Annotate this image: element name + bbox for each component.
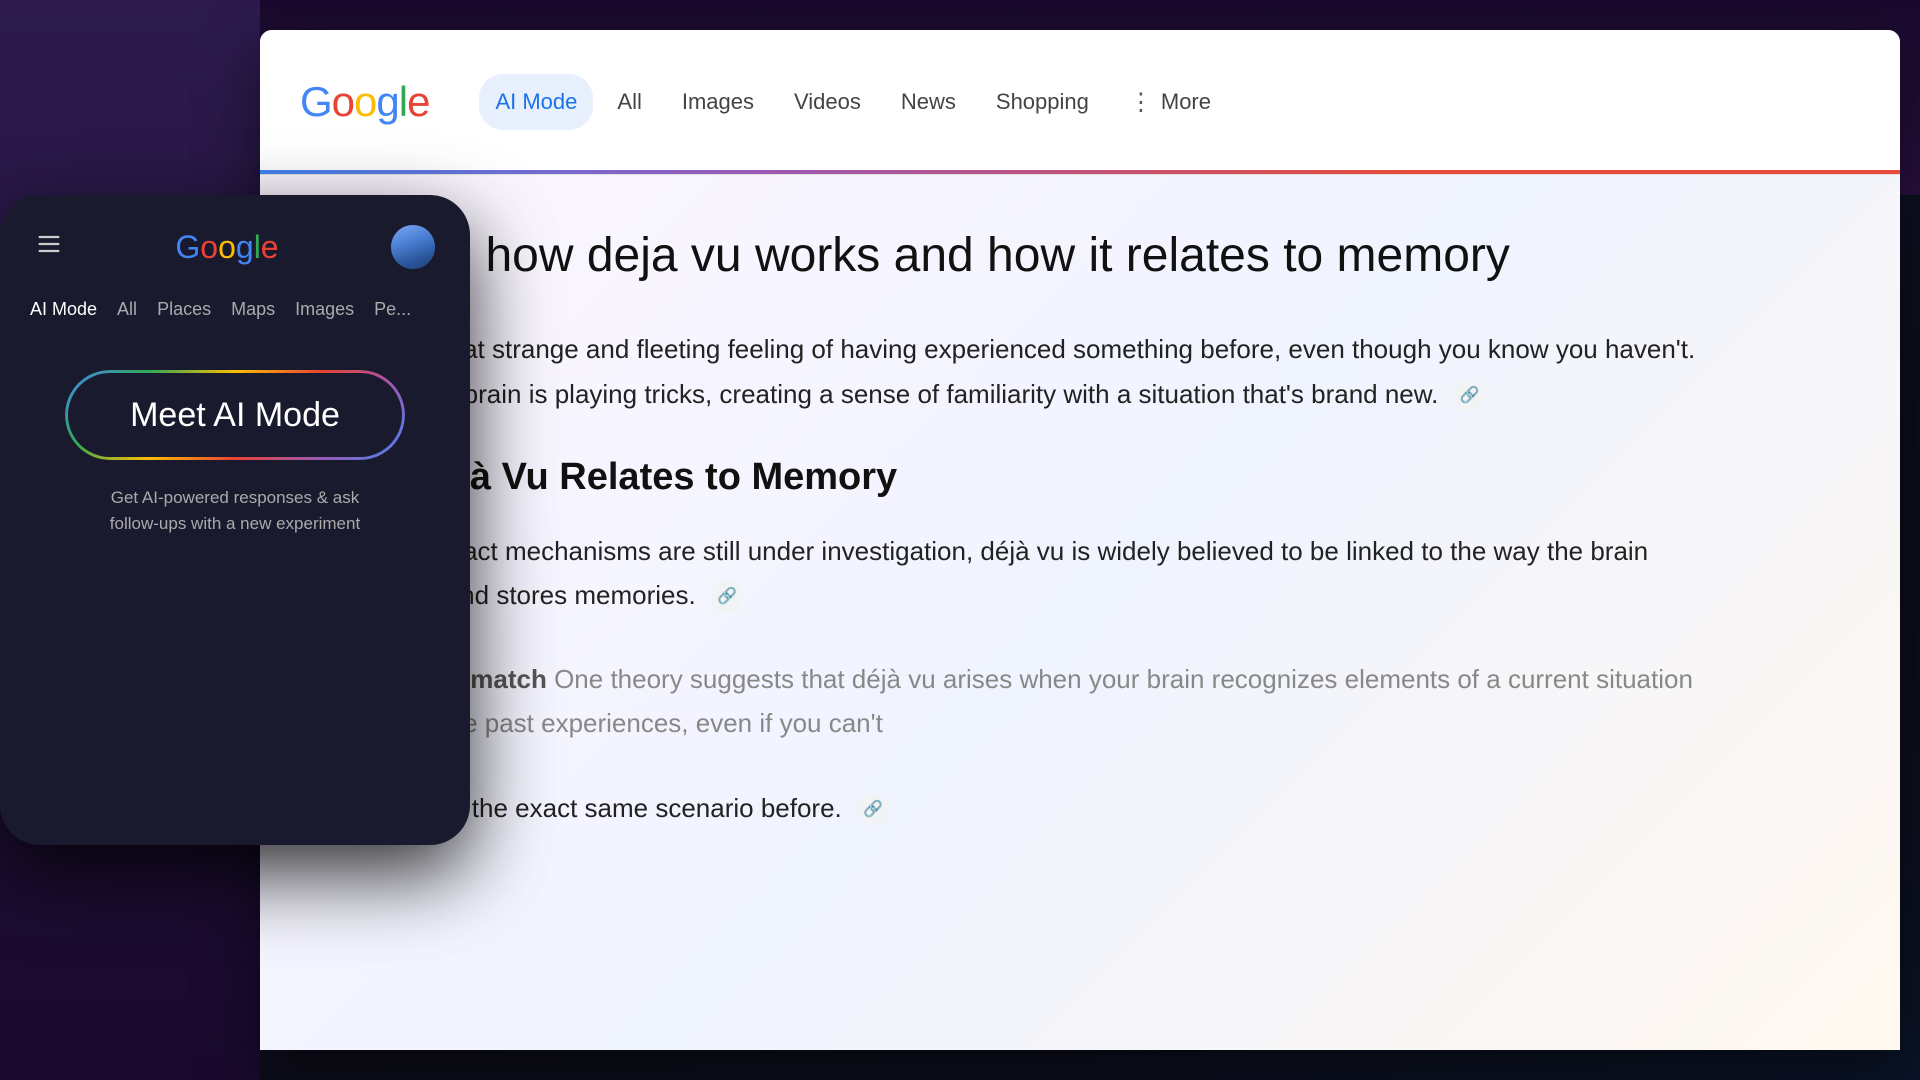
mobile-nav-tabs: AI Mode All Places Maps Images Pe... [20,299,450,320]
gradient-line [260,170,1900,174]
meet-ai-button-label: Meet AI Mode [130,396,340,435]
paragraph-4: encountered the exact same scenario befo… [320,786,1720,830]
avatar[interactable] [391,225,435,269]
meet-ai-section: Meet AI Mode Get AI-powered responses & … [20,370,450,536]
tab-news[interactable]: News [885,74,972,130]
hamburger-icon[interactable] [35,230,63,265]
mobile-tab-images[interactable]: Images [295,299,354,320]
link-icon-3[interactable]: 🔗 [857,794,889,826]
tab-more[interactable]: ⋮ More [1113,74,1227,130]
nav-tabs: AI Mode All Images Videos News Shopping … [479,30,1227,174]
link-icon-1[interactable]: 🔗 [1454,380,1486,412]
dots-icon: ⋮ [1129,88,1153,117]
paragraph-2: While the exact mechanisms are still und… [320,529,1720,617]
mobile-google-logo: Google [175,229,278,266]
browser-content: explain how deja vu works and how it rel… [260,175,1900,1050]
mobile-header: Google [20,215,450,279]
tab-videos[interactable]: Videos [778,74,877,130]
meet-ai-button[interactable]: Meet AI Mode [65,370,405,460]
section-heading: How Déjà Vu Relates to Memory [320,456,1840,499]
mobile-tab-places[interactable]: Places [157,299,211,320]
browser-window: Google AI Mode All Images Videos News Sh… [260,30,1900,1050]
mobile-tab-maps[interactable]: Maps [231,299,275,320]
mobile-tab-all[interactable]: All [117,299,137,320]
query-title: explain how deja vu works and how it rel… [320,225,1840,287]
tab-all[interactable]: All [601,74,657,130]
paragraph-3-faded: Memory Mismatch One theory suggests that… [320,657,1720,745]
browser-header: Google AI Mode All Images Videos News Sh… [260,30,1900,175]
tab-ai-mode[interactable]: AI Mode [479,74,593,130]
tab-shopping[interactable]: Shopping [980,74,1105,130]
tab-images[interactable]: Images [666,74,770,130]
google-logo: Google [300,78,429,126]
meet-ai-description: Get AI-powered responses & ask follow-up… [85,485,385,536]
link-icon-2[interactable]: 🔗 [711,581,743,613]
paragraph-1: Déjà vu is that strange and fleeting fee… [320,327,1720,415]
mobile-tab-pe[interactable]: Pe... [374,299,411,320]
mobile-overlay: Google AI Mode All Places Maps Images Pe… [0,195,470,845]
mobile-tab-ai-mode[interactable]: AI Mode [30,299,97,320]
avatar-image [391,225,435,269]
